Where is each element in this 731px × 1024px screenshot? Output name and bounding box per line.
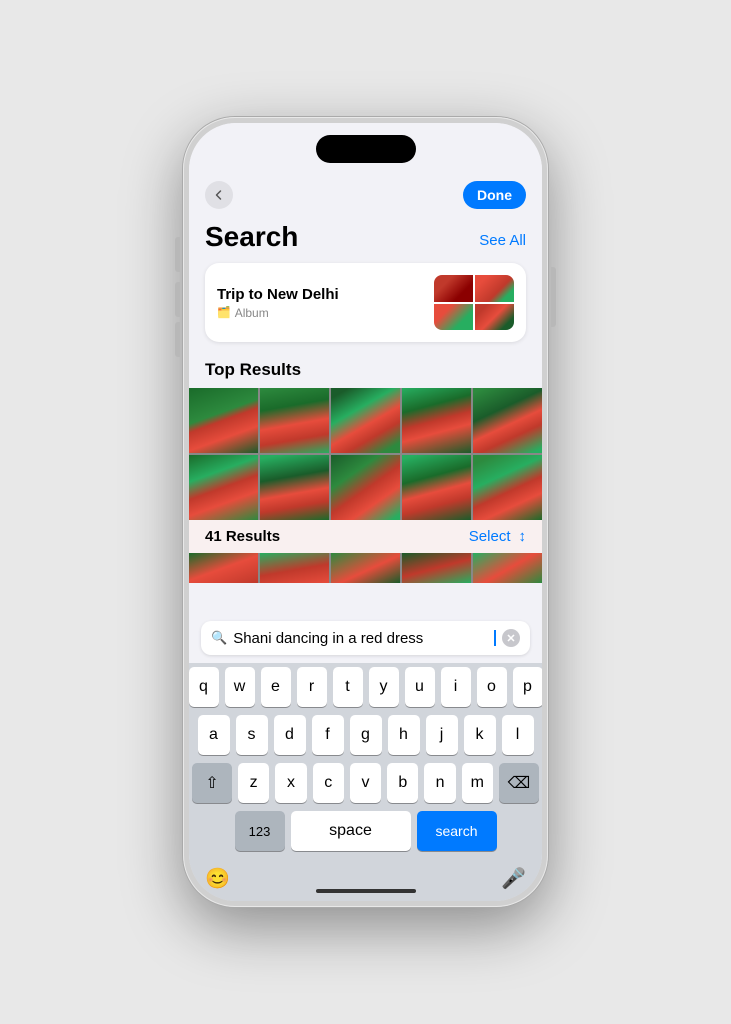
phone-screen: Done Search See All Trip to New Delhi 🗂️… xyxy=(189,123,542,901)
album-thumbnails xyxy=(434,275,514,330)
section-title-top-results: Top Results xyxy=(189,356,542,388)
search-icon: 🔍 xyxy=(211,630,227,646)
album-icon: 🗂️ xyxy=(217,306,231,319)
delete-key[interactable]: ⌫ xyxy=(499,763,539,803)
search-text-value: Shani dancing in a red dress xyxy=(233,630,487,647)
key-v[interactable]: v xyxy=(350,763,381,803)
select-button[interactable]: Select xyxy=(469,528,511,545)
keyboard-area: 🔍 Shani dancing in a red dress ✕ q w e r… xyxy=(189,613,542,901)
grid-photo-5[interactable] xyxy=(473,388,542,453)
key-z[interactable]: z xyxy=(238,763,269,803)
partial-photo-1[interactable] xyxy=(189,553,258,583)
key-row-4: 123 space search xyxy=(192,811,539,851)
grid-photo-6[interactable] xyxy=(189,455,258,520)
key-j[interactable]: j xyxy=(426,715,458,755)
grid-photo-7[interactable] xyxy=(260,455,329,520)
search-input-row: 🔍 Shani dancing in a red dress ✕ xyxy=(189,613,542,663)
album-thumb-2 xyxy=(475,275,514,302)
nav-bar: Done xyxy=(189,173,542,217)
album-thumb-1 xyxy=(434,275,473,302)
key-row-1: q w e r t y u i o p xyxy=(192,667,539,707)
search-field[interactable]: 🔍 Shani dancing in a red dress ✕ xyxy=(201,621,530,655)
partial-photo-4[interactable] xyxy=(402,553,471,583)
results-bar: 41 Results Select ↕ xyxy=(189,520,542,553)
shift-key[interactable]: ⇧ xyxy=(192,763,232,803)
key-x[interactable]: x xyxy=(275,763,306,803)
album-thumb-3 xyxy=(434,304,473,331)
partial-photo-5[interactable] xyxy=(473,553,542,583)
page-title: Search xyxy=(205,221,298,253)
text-cursor xyxy=(494,630,496,646)
key-y[interactable]: y xyxy=(369,667,399,707)
grid-photo-8[interactable] xyxy=(331,455,400,520)
key-i[interactable]: i xyxy=(441,667,471,707)
key-n[interactable]: n xyxy=(424,763,455,803)
album-card[interactable]: Trip to New Delhi 🗂️ Album xyxy=(205,263,526,342)
key-q[interactable]: q xyxy=(189,667,219,707)
grid-photo-4[interactable] xyxy=(402,388,471,453)
key-u[interactable]: u xyxy=(405,667,435,707)
dynamic-island xyxy=(316,135,416,163)
album-info: Trip to New Delhi 🗂️ Album xyxy=(217,286,339,320)
search-key[interactable]: search xyxy=(417,811,497,851)
key-p[interactable]: p xyxy=(513,667,543,707)
status-bar xyxy=(189,123,542,173)
space-key[interactable]: space xyxy=(291,811,411,851)
bottom-bar: 😊 🎤 xyxy=(189,859,542,901)
album-thumb-4 xyxy=(475,304,514,331)
results-actions: Select ↕ xyxy=(469,528,526,545)
album-name: Trip to New Delhi xyxy=(217,286,339,303)
partial-photo-3[interactable] xyxy=(331,553,400,583)
page-header: Search See All xyxy=(189,217,542,263)
key-o[interactable]: o xyxy=(477,667,507,707)
key-l[interactable]: l xyxy=(502,715,534,755)
numbers-key[interactable]: 123 xyxy=(235,811,285,851)
grid-photo-10[interactable] xyxy=(473,455,542,520)
key-row-3: ⇧ z x c v b n m ⌫ xyxy=(192,763,539,803)
back-button[interactable] xyxy=(205,181,233,209)
partial-photo-row xyxy=(189,553,542,583)
clear-button[interactable]: ✕ xyxy=(502,629,520,647)
album-type: 🗂️ Album xyxy=(217,306,339,320)
sort-icon[interactable]: ↕ xyxy=(519,528,527,545)
partial-photo-2[interactable] xyxy=(260,553,329,583)
home-indicator xyxy=(316,889,416,893)
key-w[interactable]: w xyxy=(225,667,255,707)
results-count: 41 Results xyxy=(205,528,280,545)
key-c[interactable]: c xyxy=(313,763,344,803)
key-t[interactable]: t xyxy=(333,667,363,707)
key-d[interactable]: d xyxy=(274,715,306,755)
key-s[interactable]: s xyxy=(236,715,268,755)
grid-photo-3[interactable] xyxy=(331,388,400,453)
scroll-content: Search See All Trip to New Delhi 🗂️ Albu… xyxy=(189,217,542,613)
key-b[interactable]: b xyxy=(387,763,418,803)
key-g[interactable]: g xyxy=(350,715,382,755)
key-r[interactable]: r xyxy=(297,667,327,707)
key-e[interactable]: e xyxy=(261,667,291,707)
key-f[interactable]: f xyxy=(312,715,344,755)
key-k[interactable]: k xyxy=(464,715,496,755)
key-h[interactable]: h xyxy=(388,715,420,755)
see-all-button[interactable]: See All xyxy=(479,232,526,253)
done-button[interactable]: Done xyxy=(463,181,526,209)
grid-photo-2[interactable] xyxy=(260,388,329,453)
photo-grid xyxy=(189,388,542,520)
keyboard-rows: q w e r t y u i o p a s d f g xyxy=(189,663,542,851)
emoji-button[interactable]: 😊 xyxy=(205,866,230,891)
phone-frame: Done Search See All Trip to New Delhi 🗂️… xyxy=(183,117,548,907)
grid-photo-9[interactable] xyxy=(402,455,471,520)
key-row-2: a s d f g h j k l xyxy=(192,715,539,755)
key-m[interactable]: m xyxy=(462,763,493,803)
grid-photo-1[interactable] xyxy=(189,388,258,453)
key-a[interactable]: a xyxy=(198,715,230,755)
mic-button[interactable]: 🎤 xyxy=(501,866,526,891)
